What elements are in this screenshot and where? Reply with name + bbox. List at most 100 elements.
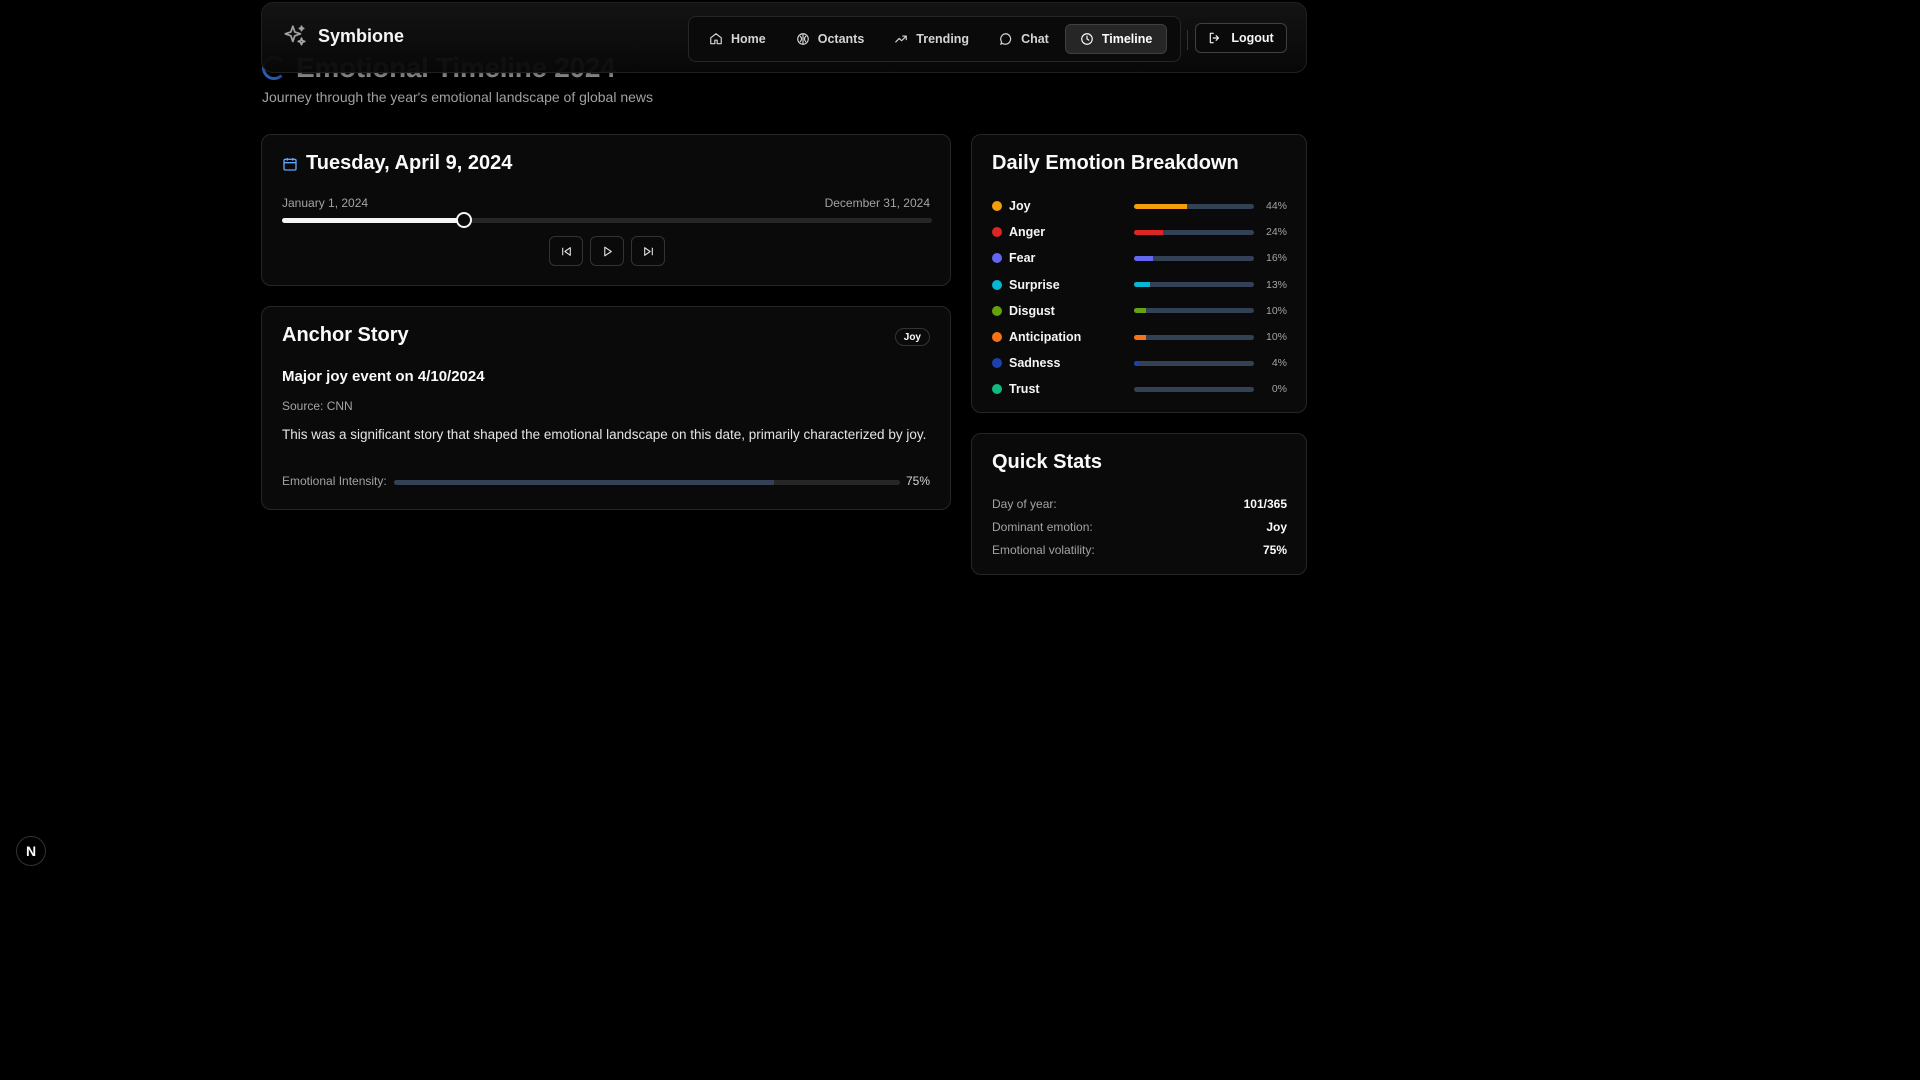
stat-row-day-of-year: Day of year: 101/365: [992, 492, 1287, 515]
emotion-row-joy: Joy 44%: [992, 193, 1287, 219]
emotion-bar-fill: [1134, 229, 1163, 235]
emotion-name: Fear: [1009, 251, 1036, 266]
play-button[interactable]: [590, 236, 624, 266]
date-card: Tuesday, April 9, 2024 January 1, 2024 D…: [261, 134, 951, 286]
emotion-percent: 44%: [1265, 200, 1287, 213]
octants-icon: [796, 33, 809, 45]
emotion-bar-fill: [1134, 334, 1146, 340]
emotion-name: Surprise: [1009, 277, 1060, 292]
emotion-name: Sadness: [1009, 356, 1061, 371]
intensity-value: 75%: [905, 474, 930, 488]
emotion-percent: 4%: [1271, 357, 1287, 370]
trending-icon: [895, 35, 908, 43]
emotion-percent: 24%: [1265, 226, 1287, 239]
nav-item-label: Home: [731, 32, 766, 46]
emotion-bar-fill: [1134, 308, 1146, 314]
stat-label: Day of year:: [992, 496, 1057, 511]
emotion-bar: [1134, 334, 1254, 340]
slider-thumb[interactable]: [456, 212, 472, 228]
emotion-bar-fill: [1134, 360, 1139, 366]
intensity-bar: [394, 480, 900, 485]
stat-value: 101/365: [1243, 496, 1287, 511]
emotion-color-dot: [992, 279, 1002, 290]
emotion-color-dot: [992, 358, 1002, 369]
anchor-story-title: Anchor Story: [282, 324, 409, 346]
chat-icon: [1000, 33, 1012, 45]
stat-label: Emotional volatility:: [992, 542, 1095, 557]
emotion-row-anticipation: Anticipation 10%: [992, 324, 1287, 350]
logout-label: Logout: [1231, 31, 1274, 45]
nav-item-trending[interactable]: Trending: [880, 24, 983, 54]
emotion-row-trust: Trust 0%: [992, 376, 1287, 402]
range-start-label: January 1, 2024: [282, 196, 369, 210]
nav-item-label: Timeline: [1101, 32, 1153, 46]
playback-controls: [549, 236, 665, 266]
emotion-color-dot: [992, 227, 1002, 238]
emotion-bar: [1134, 360, 1254, 366]
quick-stats-title: Quick Stats: [992, 451, 1103, 473]
emotion-bar: [1134, 229, 1254, 235]
nav-item-timeline[interactable]: Timeline: [1064, 24, 1168, 54]
nav-item-octants[interactable]: Octants: [782, 24, 879, 54]
emotion-color-dot: [992, 332, 1002, 343]
nav-item-label: Chat: [1021, 32, 1049, 46]
emotion-row-anger: Anger 24%: [992, 219, 1287, 245]
logout-button[interactable]: Logout: [1195, 23, 1287, 53]
emotion-percent: 10%: [1265, 304, 1287, 317]
nav-item-home[interactable]: Home: [695, 24, 780, 54]
stat-row-dominant-emotion: Dominant emotion: Joy: [992, 515, 1287, 538]
emotion-row-surprise: Surprise 13%: [992, 272, 1287, 298]
navbar: Symbione Home Octants Trending Chat Time…: [261, 2, 1307, 73]
nav-item-label: Trending: [916, 32, 970, 46]
emotion-color-dot: [992, 253, 1002, 264]
home-icon: [710, 33, 722, 45]
nav-item-chat[interactable]: Chat: [985, 24, 1063, 54]
emotion-name: Disgust: [1009, 303, 1055, 318]
emotion-breakdown-card: Daily Emotion Breakdown Joy 44% Anger 24% Fe…: [971, 134, 1307, 413]
emotion-name: Anticipation: [1009, 330, 1082, 345]
emotion-bar: [1134, 255, 1254, 261]
clock-icon: [1081, 33, 1093, 45]
date-slider[interactable]: [282, 212, 932, 228]
logout-icon: [1210, 32, 1220, 44]
emotion-bar-fill: [1134, 203, 1187, 209]
emotion-row-disgust: Disgust 10%: [992, 298, 1287, 324]
stat-label: Dominant emotion:: [992, 519, 1093, 534]
anchor-story-card: Anchor Story Joy Major joy event on 4/10…: [261, 306, 951, 510]
nav-item-label: Octants: [817, 32, 865, 46]
range-end-label: December 31, 2024: [824, 196, 930, 210]
slider-fill: [282, 218, 464, 223]
story-source: Source: CNN: [282, 399, 353, 413]
intensity-label: Emotional Intensity:: [282, 474, 387, 488]
quick-stats-card: Quick Stats Day of year: 101/365 Dominan…: [971, 433, 1307, 575]
next-button[interactable]: [631, 236, 665, 266]
stat-value: Joy: [1266, 519, 1287, 534]
stats-list: Day of year: 101/365 Dominant emotion: J…: [992, 492, 1287, 561]
current-date: Tuesday, April 9, 2024: [306, 152, 513, 174]
intensity-bar-fill: [394, 480, 774, 485]
skip-back-icon: [561, 246, 571, 256]
stat-row-volatility: Emotional volatility: 75%: [992, 538, 1287, 561]
page-subtitle: Journey through the year's emotional lan…: [262, 89, 654, 105]
story-headline: Major joy event on 4/10/2024: [282, 368, 485, 385]
nav-group: Home Octants Trending Chat Timeline: [688, 16, 1181, 62]
emotion-bar: [1134, 203, 1254, 209]
nav-divider: [1187, 30, 1188, 50]
emotion-list: Joy 44% Anger 24% Fear 16% Surprise 13% Disgust 1…: [992, 193, 1287, 403]
emotion-name: Joy: [1009, 199, 1031, 214]
brand[interactable]: Symbione: [282, 23, 404, 49]
emotion-color-dot: [992, 201, 1002, 212]
dev-tools-badge[interactable]: N: [16, 836, 46, 866]
emotion-name: Trust: [1009, 382, 1040, 397]
emotion-percent: 0%: [1271, 383, 1287, 396]
previous-button[interactable]: [549, 236, 583, 266]
emotion-badge: Joy: [894, 328, 930, 346]
emotion-row-fear: Fear 16%: [992, 245, 1287, 271]
play-icon: [603, 246, 612, 256]
emotion-bar: [1134, 308, 1254, 314]
emotion-row-sadness: Sadness 4%: [992, 350, 1287, 376]
emotion-bar: [1134, 282, 1254, 288]
emotion-name: Anger: [1009, 225, 1046, 240]
emotion-color-dot: [992, 305, 1002, 316]
emotion-percent: 16%: [1265, 252, 1287, 265]
